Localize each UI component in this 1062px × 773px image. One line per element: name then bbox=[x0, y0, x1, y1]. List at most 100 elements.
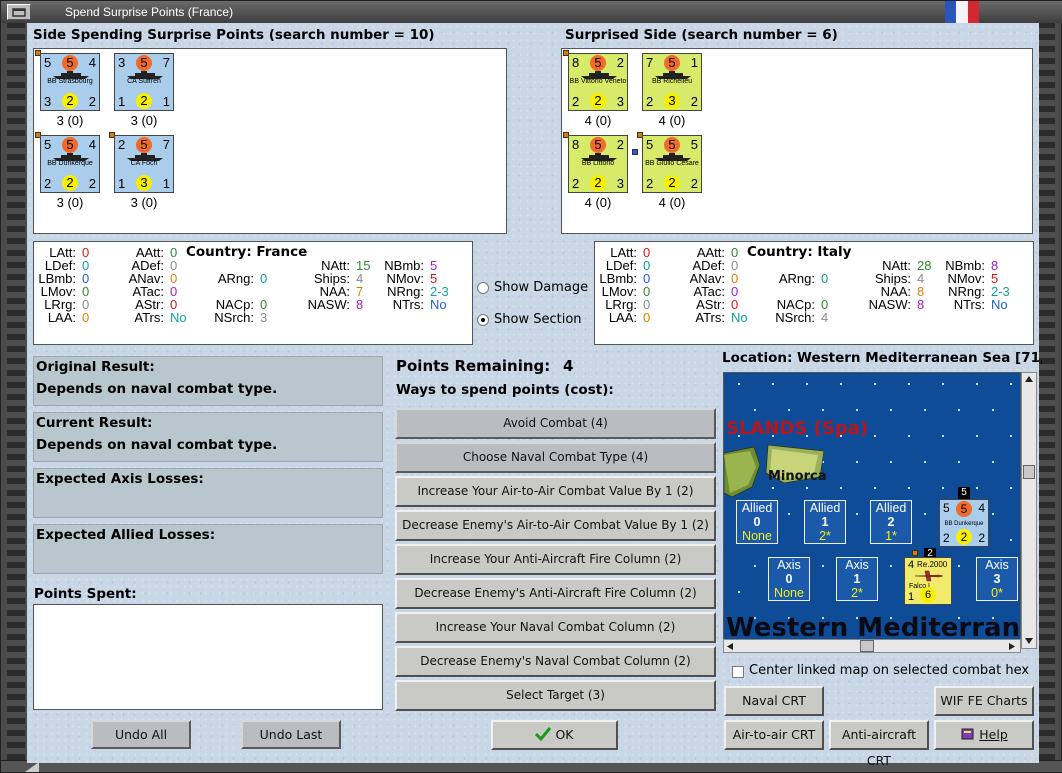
sea-box-side: Axis bbox=[845, 558, 869, 572]
anti-aircraft-crt-button[interactable]: Anti-aircraft CRT bbox=[829, 720, 929, 768]
stat-value: 8 bbox=[917, 297, 925, 312]
sea-dot bbox=[822, 565, 825, 567]
spend-option-button[interactable]: Decrease Enemy's Anti-Aircraft Fire Colu… bbox=[395, 578, 716, 609]
sea-box-number: 1 bbox=[853, 572, 861, 586]
sea-dot bbox=[738, 383, 741, 385]
window-title: Spend Surprise Points (France) bbox=[65, 5, 234, 19]
scroll-down-icon bbox=[1025, 638, 1033, 644]
stat-key: LAA: bbox=[47, 310, 76, 325]
spend-option-button[interactable]: Avoid Combat (4) bbox=[395, 408, 716, 439]
unit-speed: 3 bbox=[616, 176, 624, 191]
original-result-box: Original Result: Depends on naval combat… bbox=[33, 356, 383, 406]
show-section-radio[interactable] bbox=[477, 314, 489, 326]
sea-box[interactable]: Axis 0 None bbox=[768, 557, 810, 601]
center-map-checkbox[interactable] bbox=[732, 666, 744, 678]
show-damage-label[interactable]: Show Damage bbox=[494, 280, 588, 295]
map-air-unit[interactable]: 4 Re.2000 Falco I 16 bbox=[904, 557, 952, 605]
sea-box-side: Allied bbox=[809, 501, 841, 515]
unit-chit[interactable]: 7 5 1 BB Richelieu 2 3 2 bbox=[642, 53, 702, 111]
center-map-label[interactable]: Center linked map on selected combat hex bbox=[749, 663, 1029, 678]
sea-box[interactable]: Allied 1 2* bbox=[804, 500, 846, 544]
unit-chit[interactable]: 5 5 4 BB Dunkerque 2 2 2 bbox=[40, 135, 100, 193]
france-country-label: Country: France bbox=[186, 244, 308, 260]
unit-name: BB Strasbourg bbox=[47, 78, 93, 85]
vertical-scroll-thumb[interactable] bbox=[1023, 465, 1035, 479]
unit-speed: 2 bbox=[88, 176, 96, 191]
unit-marker-blue bbox=[632, 149, 638, 155]
stat-key: LAA: bbox=[608, 310, 637, 325]
sea-box[interactable]: Allied 2 1* bbox=[870, 500, 912, 544]
map-naval-unit[interactable]: 554 BB Dunkerque 222 bbox=[939, 499, 989, 547]
sea-box-number: 0 bbox=[785, 572, 793, 586]
stat-key: ATrs: bbox=[695, 310, 725, 325]
unit-movement: 5 bbox=[62, 137, 78, 153]
unit-movement: 5 bbox=[590, 55, 606, 71]
spend-option-button[interactable]: Decrease Enemy's Naval Combat Column (2) bbox=[395, 646, 716, 677]
undo-last-button[interactable]: Undo Last bbox=[241, 720, 341, 749]
unit-chit[interactable]: 8 5 2 BB Vittorio Veneto 2 2 3 bbox=[568, 53, 628, 111]
stat-value: 0 bbox=[260, 271, 268, 286]
resize-grip-icon[interactable] bbox=[25, 762, 39, 772]
stat-value: 3 bbox=[260, 310, 268, 325]
help-button[interactable]: Help bbox=[934, 720, 1034, 750]
ok-button[interactable]: OK bbox=[491, 720, 618, 750]
points-remaining-value: 4 bbox=[563, 357, 574, 375]
unit-counter[interactable]: 7 5 1 BB Richelieu 2 3 2 4 (0) bbox=[642, 53, 744, 129]
spend-option-button[interactable]: Decrease Enemy's Air-to-Air Combat Value… bbox=[395, 510, 716, 541]
system-menu-button[interactable] bbox=[7, 4, 31, 20]
stat-value: 0 bbox=[82, 310, 90, 325]
spend-option-button[interactable]: Increase Your Anti-Aircraft Fire Column … bbox=[395, 544, 716, 575]
undo-all-button[interactable]: Undo All bbox=[91, 720, 191, 749]
spend-option-button[interactable]: Increase Your Naval Combat Column (2) bbox=[395, 612, 716, 643]
unit-chit[interactable]: 8 5 2 BB Littorio 2 2 3 bbox=[568, 135, 628, 193]
unit-chit[interactable]: 2 5 7 CA Foch 1 3 1 bbox=[114, 135, 174, 193]
sea-box[interactable]: Allied 0 None bbox=[736, 500, 778, 544]
wif-fe-charts-button[interactable]: WIF FE Charts bbox=[934, 686, 1034, 716]
show-damage-radio[interactable] bbox=[477, 282, 489, 294]
unit-range: 2 bbox=[664, 175, 680, 191]
spend-option-button[interactable]: Choose Naval Combat Type (4) bbox=[395, 442, 716, 473]
air-to-air-crt-button[interactable]: Air-to-air CRT bbox=[724, 720, 824, 750]
naval-crt-button[interactable]: Naval CRT bbox=[724, 686, 824, 716]
unit-surprise-points: 4 (0) bbox=[584, 113, 612, 128]
unit-attack: 5 bbox=[44, 137, 52, 152]
current-result-value: Depends on naval combat type. bbox=[36, 437, 278, 453]
window-restore-icon bbox=[12, 8, 26, 17]
spend-option-button[interactable]: Select Target (3) bbox=[395, 680, 716, 711]
allied-losses-box: Expected Allied Losses: bbox=[33, 524, 383, 574]
unit-name: BB Dunkerque bbox=[47, 160, 93, 167]
unit-aa: 3 bbox=[44, 94, 52, 109]
unit-aa: 2 bbox=[572, 176, 580, 191]
map-horizontal-scrollbar[interactable] bbox=[723, 639, 1021, 653]
unit-range: 3 bbox=[136, 175, 152, 191]
islands-label: SLANDS (Spa) bbox=[726, 418, 869, 439]
sea-dot bbox=[856, 409, 859, 411]
unit-chit[interactable]: 5 5 4 BB Strasbourg 3 2 2 bbox=[40, 53, 100, 111]
unit-defense: 2 bbox=[616, 55, 624, 70]
spend-option-button[interactable]: Increase Your Air-to-Air Combat Value By… bbox=[395, 476, 716, 507]
sea-dot bbox=[856, 461, 859, 463]
sea-box[interactable]: Axis 1 2* bbox=[836, 557, 878, 601]
scroll-right-icon bbox=[1009, 643, 1015, 650]
linked-map[interactable]: SLANDS (Spa) Minorca Allied 0 None Allied 1 2… bbox=[723, 372, 1021, 649]
unit-speed: 1 bbox=[162, 176, 170, 191]
show-section-label[interactable]: Show Section bbox=[494, 312, 582, 327]
unit-chit[interactable]: 5 5 5 BB Giulio Cesare 2 2 2 bbox=[642, 135, 702, 193]
sea-dot bbox=[1010, 487, 1013, 489]
points-spent-list[interactable] bbox=[33, 604, 383, 710]
horizontal-scroll-thumb[interactable] bbox=[860, 640, 874, 652]
sea-dot bbox=[1010, 383, 1013, 385]
unit-counter[interactable]: 3 5 7 CA Suffren 1 2 1 3 (0) bbox=[114, 53, 216, 129]
stack-count-top: 5 bbox=[958, 487, 970, 499]
unit-counter[interactable]: 2 5 7 CA Foch 1 3 1 3 (0) bbox=[109, 132, 216, 211]
sea-dot bbox=[958, 409, 961, 411]
map-vertical-scrollbar[interactable] bbox=[1021, 372, 1037, 649]
unit-counter[interactable]: 5 5 5 BB Giulio Cesare 2 2 2 4 (0) bbox=[637, 132, 744, 211]
sea-box-side: Allied bbox=[875, 501, 907, 515]
unit-chit[interactable]: 3 5 7 CA Suffren 1 2 1 bbox=[114, 53, 174, 111]
stat-value: 4 bbox=[821, 310, 829, 325]
current-result-label: Current Result: bbox=[36, 415, 153, 431]
sea-box[interactable]: Axis 3 0* bbox=[976, 557, 1018, 601]
original-result-value: Depends on naval combat type. bbox=[36, 381, 278, 397]
stat-value: 0 bbox=[643, 310, 651, 325]
